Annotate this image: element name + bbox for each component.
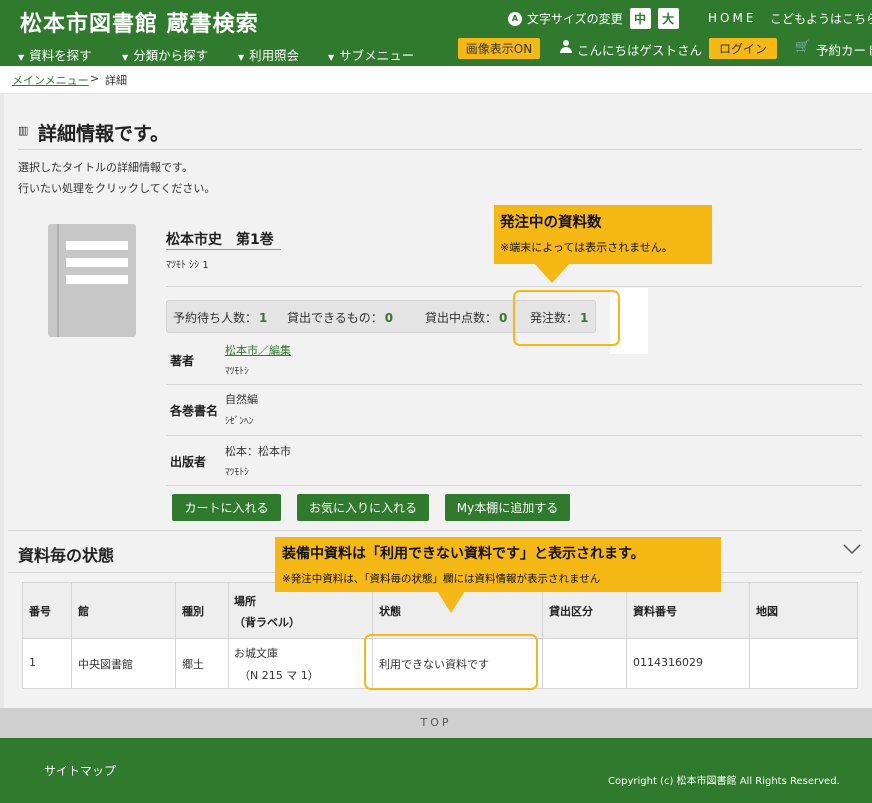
nav-submenu-label: サブメニュー — [339, 48, 415, 63]
callout-title: 装備中資料は「利用できない資料です」と表示されます。 — [282, 546, 645, 562]
volume-title: 自然編 — [225, 393, 258, 406]
breadcrumb: メインメニュー > 詳細 — [0, 66, 872, 94]
divider — [166, 286, 862, 287]
divider — [166, 485, 862, 486]
book-icon: ▥ — [18, 124, 29, 137]
author-kana: ﾏﾂﾓﾄｼ — [225, 366, 249, 377]
chevron-down-icon[interactable] — [843, 540, 861, 558]
image-display-toggle[interactable]: 画像表示ON — [458, 38, 540, 59]
dropdown-marker-icon: ▼ — [328, 53, 335, 62]
site-header: 松本市図書館 蔵書検索 A 文字サイズの変更 中 大 HOME こどもようはこち… — [0, 0, 872, 66]
publisher: 松本：松本市 — [225, 445, 291, 458]
on-loan-count: 貸出中点数： 0 — [425, 311, 508, 325]
intro-text: 選択したタイトルの詳細情報です。 — [18, 161, 193, 174]
nav-usage-inquiry-label: 利用照会 — [249, 48, 300, 63]
dropdown-marker-icon: ▼ — [18, 53, 25, 62]
font-size-control: A 文字サイズの変更 中 大 — [508, 8, 679, 29]
column-header-number: 番号 — [29, 605, 51, 618]
row-location: お城文庫 — [234, 647, 278, 660]
column-header-location: 場所 — [234, 595, 256, 608]
font-size-label: 文字サイズの変更 — [527, 12, 623, 26]
copyright-text: Copyright (c) 松本市図書館 All Rights Reserved… — [608, 776, 840, 787]
status-callout: 装備中資料は「利用できない資料です」と表示されます。 ※発注中資料は、「資料毎の… — [275, 537, 721, 592]
column-header-item-number: 資料番号 — [633, 605, 677, 618]
site-footer: サイトマップ Copyright (c) 松本市図書館 All Rights R… — [0, 738, 872, 803]
book-cover-placeholder — [48, 224, 136, 337]
status-highlight — [364, 634, 538, 690]
nav-classification-label: 分類から探す — [133, 48, 209, 63]
column-header-map: 地図 — [756, 605, 778, 618]
home-link[interactable]: HOME — [708, 11, 756, 25]
back-to-top-link[interactable]: TOP — [0, 708, 872, 738]
cart-icon: 🛒 — [795, 39, 810, 53]
breadcrumb-separator: > — [90, 72, 100, 85]
callout-note: ※発注中資料は、「資料毎の状態」欄には資料情報が表示されません — [282, 573, 601, 585]
breadcrumb-home-link[interactable]: メインメニュー — [12, 72, 89, 88]
font-size-icon: A — [508, 11, 522, 26]
callout-note: ※端末によっては表示されません。 — [500, 241, 673, 254]
volume-title-kana: ｼｾﾞﾝﾍﾝ — [225, 416, 254, 427]
row-number: 1 — [29, 656, 36, 669]
kids-link[interactable]: こどもようはこちら — [770, 10, 872, 27]
font-size-medium-button[interactable]: 中 — [629, 8, 651, 29]
user-icon — [560, 40, 572, 54]
divider — [8, 530, 862, 531]
publisher-label: 出版者 — [170, 455, 207, 469]
column-header-loan-class: 貸出区分 — [549, 605, 593, 618]
greeting-text: こんにちはゲストさん — [577, 43, 703, 58]
order-count-highlight — [513, 290, 620, 346]
column-header-type: 種別 — [182, 605, 204, 618]
callout-arrow — [437, 591, 465, 613]
page-title: 詳細情報です。 — [38, 123, 170, 145]
available-count: 貸出できるもの： 0 — [287, 311, 394, 325]
divider — [166, 249, 281, 250]
dropdown-marker-icon: ▼ — [122, 53, 129, 62]
sitemap-link[interactable]: サイトマップ — [44, 762, 116, 779]
holdings-section-title[interactable]: 資料毎の状態 — [18, 542, 114, 566]
nav-classification[interactable]: ▼ 分類から探す — [122, 45, 208, 64]
volume-title-label: 各巻書名 — [170, 404, 219, 418]
nav-search[interactable]: ▼ 資料を探す — [18, 45, 92, 64]
add-to-cart-button[interactable]: カートに入れる — [172, 494, 281, 521]
divider — [166, 384, 862, 385]
divider — [18, 149, 862, 150]
publisher-kana: ﾏﾂﾓﾄｼ — [225, 467, 249, 478]
add-to-my-bookshelf-button[interactable]: My本棚に追加する — [445, 494, 570, 521]
row-library: 中央図書館 — [78, 658, 133, 671]
book-title: 松本市史 第1巻 — [166, 232, 274, 248]
book-title-kana: ﾏﾂﾓﾄ ｼｼ 1 — [166, 260, 209, 271]
dropdown-marker-icon: ▼ — [238, 53, 245, 62]
callout-title: 発注中の資料数 — [500, 215, 602, 231]
intro-text: 行いたい処理をクリックしてください。 — [18, 182, 216, 195]
font-size-large-button[interactable]: 大 — [657, 8, 679, 29]
reservation-wait-count: 予約待ち人数： 1 — [173, 311, 268, 325]
callout-arrow — [534, 263, 570, 283]
login-button[interactable]: ログイン — [709, 38, 777, 59]
divider — [166, 435, 862, 436]
left-edge — [0, 94, 4, 708]
nav-submenu[interactable]: ▼ サブメニュー — [328, 45, 414, 64]
column-header-call-label: （背ラベル） — [234, 616, 300, 629]
row-item-number: 0114316029 — [633, 656, 703, 669]
row-call-label: （N 215 マ 1） — [239, 669, 319, 682]
column-header-status: 状態 — [379, 605, 401, 618]
nav-usage-inquiry[interactable]: ▼ 利用照会 — [238, 45, 299, 64]
reservation-cart-link[interactable]: 予約カート — [816, 40, 872, 59]
nav-search-label: 資料を探す — [29, 48, 92, 63]
author-link[interactable]: 松本市／編集 — [225, 342, 291, 358]
breadcrumb-current: 詳細 — [105, 74, 127, 87]
add-to-favorites-button[interactable]: お気に入りに入れる — [297, 494, 429, 521]
row-type: 郷土 — [182, 658, 204, 671]
order-count-callout: 発注中の資料数 ※端末によっては表示されません。 — [494, 205, 712, 264]
column-header-library: 館 — [78, 605, 89, 618]
author-label: 著者 — [170, 354, 195, 368]
site-title[interactable]: 松本市図書館 蔵書検索 — [20, 6, 259, 38]
